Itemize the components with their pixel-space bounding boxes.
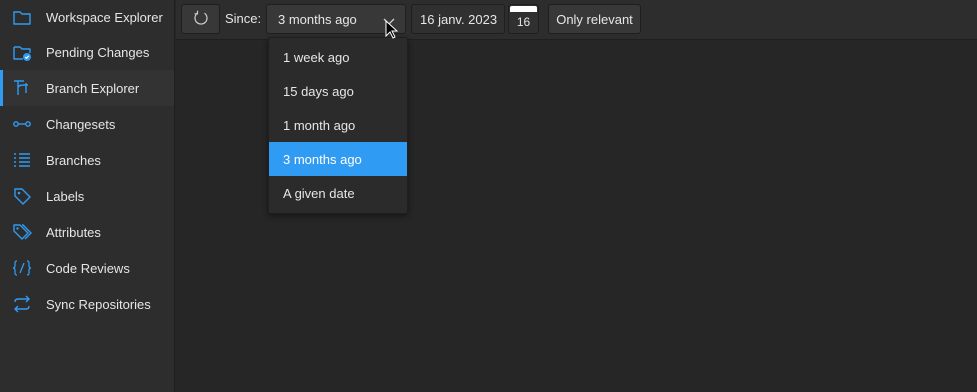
changesets-icon [12,114,32,134]
sidebar-item-label: Workspace Explorer [46,9,163,25]
folder-icon [12,7,32,27]
sidebar-item-pending-changes[interactable]: Pending Changes [0,34,174,70]
only-relevant-button[interactable]: Only relevant [548,4,641,34]
code-review-icon [12,258,32,278]
app-window: Workspace Explorer Pending Changes Branc… [0,0,977,392]
dropdown-option[interactable]: 1 week ago [269,40,407,74]
since-dropdown: 1 week ago 15 days ago 1 month ago 3 mon… [268,37,408,214]
sidebar-item-label: Sync Repositories [46,296,151,312]
list-icon [12,150,32,170]
dropdown-option-selected[interactable]: 3 months ago [269,142,407,176]
since-select-value: 3 months ago [278,11,357,27]
sidebar-item-label: Branch Explorer [46,80,140,96]
only-relevant-label: Only relevant [556,11,633,27]
sidebar: Workspace Explorer Pending Changes Branc… [0,0,175,392]
sidebar-item-label: Labels [46,188,85,204]
calendar-day: 16 [516,15,531,29]
sidebar-item-label: Code Reviews [46,260,130,276]
tags-icon [12,222,32,242]
mouse-cursor-icon [385,19,399,45]
calendar-button[interactable]: 16 [508,4,539,34]
date-field[interactable]: 16 janv. 2023 [411,4,505,34]
branch-explorer-icon [12,78,32,98]
sidebar-item-label: Attributes [46,224,101,240]
sidebar-item-changesets[interactable]: Changesets [0,106,174,142]
tag-icon [12,186,32,206]
sidebar-item-label: Branches [46,152,101,168]
sidebar-item-label: Changesets [46,116,116,132]
dropdown-option[interactable]: 1 month ago [269,108,407,142]
folder-check-icon [12,42,32,62]
toolbar: Since: 3 months ago 16 janv. 2023 16 Onl… [176,0,977,40]
refresh-icon [193,10,209,29]
sidebar-item-sync-repositories[interactable]: Sync Repositories [0,286,174,322]
dropdown-option[interactable]: 15 days ago [269,74,407,108]
sidebar-item-workspace-explorer[interactable]: Workspace Explorer [0,0,174,34]
sidebar-item-attributes[interactable]: Attributes [0,214,174,250]
calendar-icon [510,6,537,12]
refresh-button[interactable] [181,4,220,34]
sidebar-item-labels[interactable]: Labels [0,178,174,214]
sidebar-item-branch-explorer[interactable]: Branch Explorer [0,70,174,106]
sidebar-item-code-reviews[interactable]: Code Reviews [0,250,174,286]
sidebar-item-label: Pending Changes [46,44,150,60]
sync-icon [12,294,32,314]
sidebar-item-branches[interactable]: Branches [0,142,174,178]
since-label: Since: [225,11,262,26]
date-value: 16 janv. 2023 [420,11,498,27]
dropdown-option[interactable]: A given date [269,176,407,210]
